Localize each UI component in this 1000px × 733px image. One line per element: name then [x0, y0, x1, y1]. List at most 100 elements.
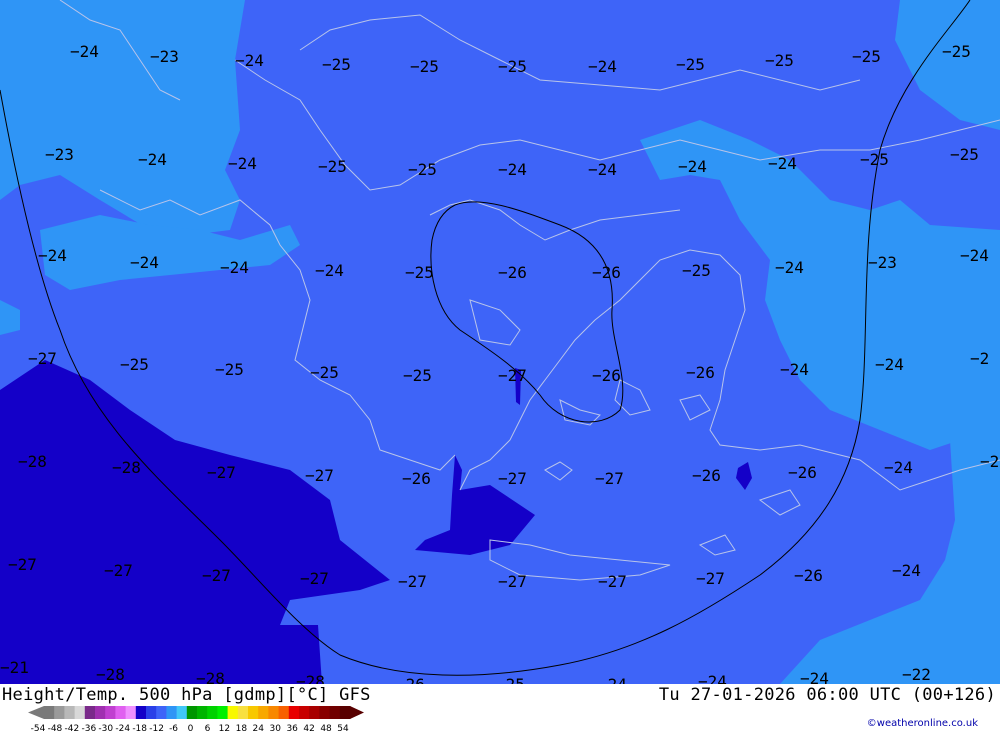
- scale-tick-label: 24: [253, 724, 265, 733]
- scale-swatch: [299, 706, 310, 719]
- scale-tick-label: -12: [149, 724, 164, 733]
- scale-tick-label: -48: [48, 724, 63, 733]
- scale-tick-label: 48: [320, 724, 332, 733]
- scale-swatch: [64, 706, 76, 719]
- isotherm-label: −24: [678, 157, 707, 176]
- isotherm-label: −25: [120, 355, 149, 374]
- scale-swatch: [186, 706, 198, 719]
- isotherm-label: −25: [318, 157, 347, 176]
- scale-swatch: [258, 706, 269, 719]
- isotherm-label: −23: [45, 145, 74, 164]
- scale-swatch: [115, 706, 127, 719]
- scale-swatch: [156, 706, 167, 719]
- scale-tick-label: -42: [65, 724, 80, 733]
- isotherm-label: −27: [498, 366, 527, 385]
- isotherm-label: −24: [768, 154, 797, 173]
- isotherm-label: −27: [498, 469, 527, 488]
- isotherm-label: −25: [950, 145, 979, 164]
- scale-swatch: [319, 706, 331, 719]
- isotherm-label: −24: [315, 261, 344, 280]
- scale-swatch: [84, 706, 96, 719]
- isotherm-label: −27: [207, 463, 236, 482]
- isotherm-label: −25: [410, 57, 439, 76]
- isotherm-label: −24: [588, 160, 617, 179]
- isotherm-label: −26: [396, 675, 425, 684]
- scale-swatch: [74, 706, 86, 719]
- isotherm-label: −25: [310, 363, 339, 382]
- scale-tick-label: -54: [31, 724, 46, 733]
- credit-link[interactable]: ©weatheronline.co.uk: [867, 718, 978, 729]
- scale-tick-label: 36: [286, 724, 298, 733]
- scale-swatch: [44, 706, 55, 719]
- scale-tick-label: 54: [337, 724, 349, 733]
- scale-swatch: [268, 706, 280, 719]
- isotherm-label: −26: [402, 469, 431, 488]
- isotherm-label: −25: [676, 55, 705, 74]
- isotherm-label: −25: [408, 160, 437, 179]
- scale-swatch: [237, 706, 249, 719]
- footer: Height/Temp. 500 hPa [gdmp][°C] GFS Tu 2…: [0, 684, 1000, 733]
- isotherm-label: −25: [496, 675, 525, 684]
- isotherm-label: −24: [698, 672, 727, 684]
- isotherm-label: −25: [498, 57, 527, 76]
- scale-tick-label: -18: [132, 724, 147, 733]
- scale-swatch: [278, 706, 290, 719]
- isotherm-label: −27: [595, 469, 624, 488]
- isotherm-label: −27: [498, 572, 527, 591]
- scale-tick-label: 18: [236, 724, 248, 733]
- isotherm-label: −26: [592, 366, 621, 385]
- isotherm-label: −25: [860, 150, 889, 169]
- isotherm-label: −28: [18, 452, 47, 471]
- scale-swatch: [288, 706, 300, 719]
- isotherm-label: −24: [960, 246, 989, 265]
- isotherm-label: −28: [96, 665, 125, 684]
- isotherm-label: −24: [780, 360, 809, 379]
- isotherm-label: −24: [775, 258, 804, 277]
- isotherm-label: −27: [28, 349, 57, 368]
- scale-arrow-right: [350, 706, 364, 719]
- isotherm-label: −27: [398, 572, 427, 591]
- scale-swatch: [248, 706, 259, 719]
- isotherm-label: −25: [942, 42, 971, 61]
- isotherm-label: −23: [868, 253, 897, 272]
- isotherm-label: −28: [296, 672, 325, 684]
- isotherm-label: −27: [104, 561, 133, 580]
- scale-swatch: [309, 706, 320, 719]
- scale-tick-label: -24: [115, 724, 130, 733]
- isotherm-label: −23: [150, 47, 179, 66]
- isotherm-label: −25: [682, 261, 711, 280]
- isotherm-label: −28: [112, 458, 141, 477]
- scale-swatch: [146, 706, 157, 719]
- isotherm-label: −24: [598, 675, 627, 684]
- isotherm-label: −24: [38, 246, 67, 265]
- isotherm-label: −27: [300, 569, 329, 588]
- isotherm-label: −26: [686, 363, 715, 382]
- isotherm-label: −27: [202, 566, 231, 585]
- scale-swatch: [217, 706, 229, 719]
- isotherm-label: −27: [305, 466, 334, 485]
- isotherm-label: −24: [875, 355, 904, 374]
- isotherm-label: −25: [403, 366, 432, 385]
- scale-swatch: [207, 706, 218, 719]
- isotherm-label: −24: [884, 458, 913, 477]
- isotherm-label: −25: [215, 360, 244, 379]
- isotherm-label: −26: [692, 466, 721, 485]
- scale-swatch: [125, 706, 137, 719]
- scale-swatch: [54, 706, 65, 719]
- color-scale-legend: -54 -48 -42 -36 -30 -24 -18 -12 -6 0 6 12 18 24 30 36 42…: [28, 706, 364, 733]
- isotherm-label: −25: [405, 263, 434, 282]
- weather-map: −24 −23 −24 −25 −25 −25 −24 −25 −25 −25 −25 −23 −24 −…: [0, 0, 1000, 684]
- isotherm-label: −24: [130, 253, 159, 272]
- isotherm-label: −24: [892, 561, 921, 580]
- scale-swatch: [339, 706, 351, 719]
- scale-tick-label: -6: [169, 724, 178, 733]
- isotherm-label: −25: [852, 47, 881, 66]
- isotherm-label: −24: [228, 154, 257, 173]
- isotherm-label: −27: [8, 555, 37, 574]
- scale-tick-label: 6: [205, 724, 211, 733]
- scale-swatch: [329, 706, 341, 719]
- isotherm-label: −25: [765, 51, 794, 70]
- scale-swatch: [105, 706, 116, 719]
- isotherm-label: −26: [592, 263, 621, 282]
- scale-tick-label: 42: [303, 724, 314, 733]
